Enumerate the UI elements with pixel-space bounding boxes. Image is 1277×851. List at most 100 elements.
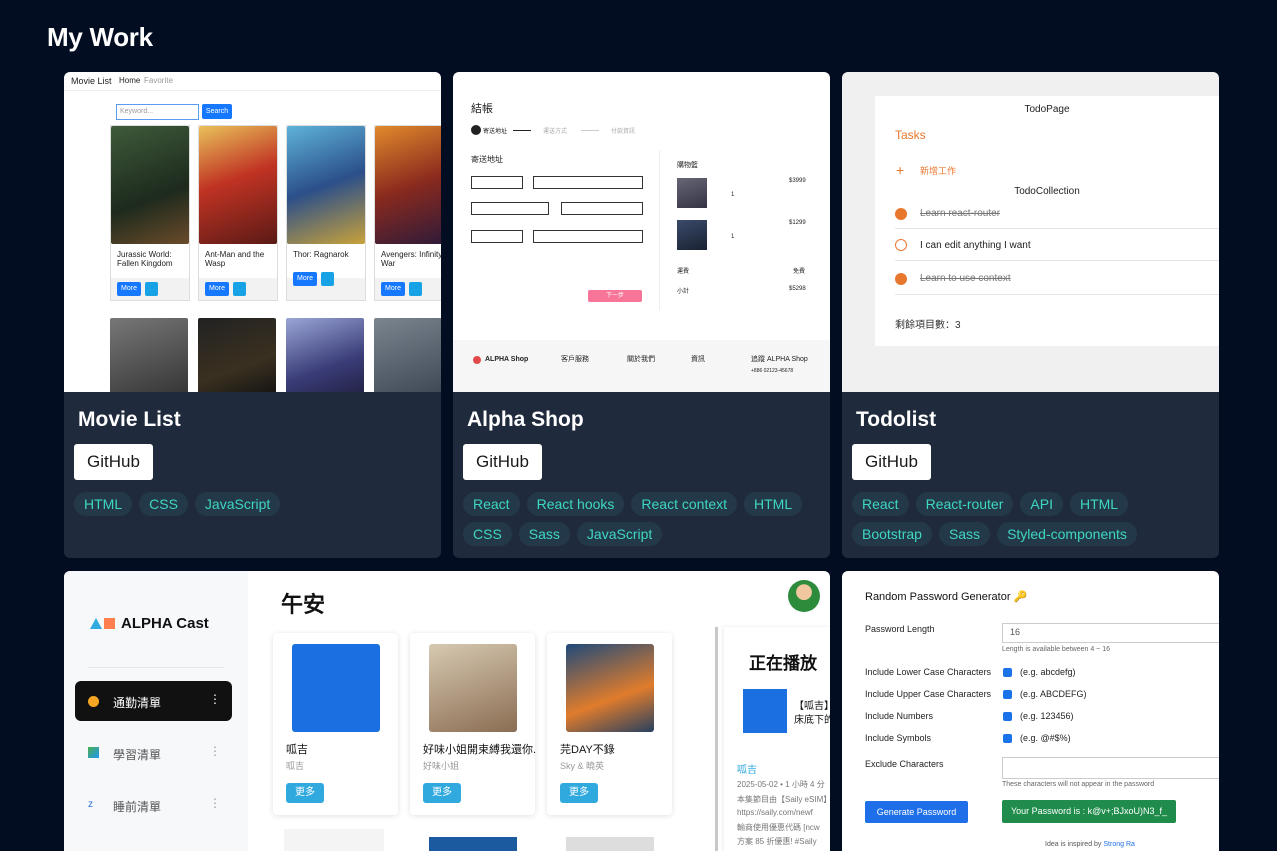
cast-brand: ALPHA Cast [121,615,209,632]
project-card-password-generator[interactable]: Random Password Generator 🔑 Password Len… [842,571,1219,851]
next-button: 下一步 [588,290,642,302]
tag: HTML [744,492,803,516]
np-meta: 2025-05-02 • 1 小時 4 分 [737,780,825,789]
greeting: 午安 [281,592,326,617]
cart-item-qty: 1 [731,192,735,198]
footer-col: 資訊 [691,356,705,363]
checkbox[interactable] [1003,734,1012,743]
password-result: Your Password is : k@v+;BJxoU)N3_f_ [1002,800,1176,823]
option-example: (e.g. ABCDEFG) [1020,689,1087,699]
podcast-card[interactable]: 好味小姐開束縛我還你. 好味小姐 更多 [410,633,536,815]
project-thumbnail[interactable]: Movie List Home Favorite Keyword... Sear… [64,72,441,392]
tag: Styled-components [997,522,1137,546]
option-label: Include Upper Case Characters [865,689,992,699]
movie-card: Thor: Ragnarok More [286,125,366,301]
cart-title: 購物籃 [677,162,698,169]
sleep-icon: z [88,799,93,810]
option-label: Include Lower Case Characters [865,667,992,677]
more-icon[interactable]: ⋮ [209,744,221,758]
movie-poster [199,126,277,244]
step-label: 運送方式 [543,129,568,135]
tag: React [463,492,520,516]
checkbox[interactable] [1003,668,1012,677]
option-example: (e.g. abcdefg) [1020,667,1076,677]
check-icon [895,208,907,220]
tag: API [1020,492,1063,516]
podcast-title: 芫DAY不錄 [560,744,615,756]
checkbox[interactable] [1003,712,1012,721]
tag-list: React React hooks React context HTML CSS… [463,492,820,546]
tag-list: HTML CSS JavaScript [74,492,431,516]
card-title: Alpha Shop [467,408,584,431]
shipping-label: 運費 [677,269,690,275]
step-dot [471,125,481,135]
generate-button[interactable]: Generate Password [865,801,968,823]
project-thumbnail[interactable]: TodoPage Tasks + 新增工作 TodoCollection Lea… [842,72,1219,392]
cart-item-price: $1299 [789,220,806,226]
movie-title: Thor: Ragnarok [293,250,349,259]
movie-more-button: More [205,282,229,296]
github-button[interactable]: GitHub [852,444,931,480]
add-task-label: 新增工作 [920,166,957,176]
total-value: $5298 [789,286,806,292]
cast-logo-icon [90,618,102,629]
github-button[interactable]: GitHub [463,444,542,480]
np-desc: 輸商使用優惠代碼 [ncw [737,823,820,832]
pwd-title: Random Password Generator 🔑 [865,591,1028,603]
remaining-count: 剩餘項目數：3 [895,320,961,331]
np-desc: 方案 85 折優惠! #Saily [737,837,817,846]
nav-label[interactable]: 睡前清單 [113,798,161,815]
movie-card: Jurassic World: Fallen Kingdom More [110,125,190,301]
exclude-label: Exclude Characters [865,759,944,769]
tag: React context [631,492,738,516]
github-button[interactable]: GitHub [74,444,153,480]
np-desc: 本集節目由【Saily eSIM】 [737,795,830,804]
clock-icon [88,696,99,707]
nav-item-commute[interactable]: 通勤清單 ⋮ [75,681,232,721]
shop-brand: ALPHA Shop [485,356,529,363]
length-label: Password Length [865,624,935,634]
podcast-cover [429,644,517,732]
footer-link[interactable]: Strong Ra [1103,841,1135,848]
length-value[interactable]: 16 [1010,627,1020,637]
project-card-alpha-shop: 結帳 寄送地址 運送方式 付款資訊 寄送地址 購物籃 $3999 1 $1299… [453,72,830,558]
nav-label: 通勤清單 [113,696,162,710]
podcast-card[interactable]: 呱吉 呱吉 更多 [273,633,398,815]
nav-label[interactable]: 學習清單 [113,746,161,763]
more-icon: ⋮ [209,692,221,706]
tasks-label: Tasks [895,128,926,142]
podcast-card[interactable]: 芫DAY不錄 Sky & 曉英 更多 [547,633,672,815]
check-icon [895,273,907,285]
card-title: Todolist [856,408,937,431]
project-card-alpha-cast[interactable]: ALPHA Cast 通勤清單 ⋮ 學習清單 ⋮ z 睡前清單 ⋮ 午安 呱吉 … [64,571,830,851]
unchecked-icon [895,239,907,251]
more-button[interactable]: 更多 [286,783,324,803]
movie-poster [286,318,364,392]
np-channel[interactable]: 呱吉 [737,761,757,776]
project-card-todolist: TodoPage Tasks + 新增工作 TodoCollection Lea… [842,72,1219,558]
avatar[interactable] [788,580,820,612]
podcast-cover [566,644,654,732]
thumb-nav-home: Home [119,76,141,85]
project-thumbnail[interactable]: 結帳 寄送地址 運送方式 付款資訊 寄送地址 購物籃 $3999 1 $1299… [453,72,830,392]
more-button[interactable]: 更多 [423,783,461,803]
movie-more-button: More [293,272,317,286]
podcast-cover [292,644,380,732]
form-title: 寄送地址 [471,155,503,164]
exclude-input[interactable] [1002,757,1219,779]
movie-card: Avengers: Infinity War More [374,125,441,301]
now-playing-title: 正在播放 [749,654,817,673]
more-button[interactable]: 更多 [560,783,598,803]
tag: Sass [518,522,570,546]
cart-item-qty: 1 [731,234,735,240]
checkbox[interactable] [1003,690,1012,699]
movie-poster [111,126,189,244]
step-label: 付款資訊 [611,129,636,135]
step-label: 寄送地址 [483,129,508,135]
todo-item-text: Learn to use context [920,273,1011,284]
movie-poster [110,318,188,392]
footer-col: 關於我們 [627,356,655,363]
more-icon[interactable]: ⋮ [209,796,221,810]
tag: HTML [74,492,133,516]
add-icon: + [896,162,905,178]
